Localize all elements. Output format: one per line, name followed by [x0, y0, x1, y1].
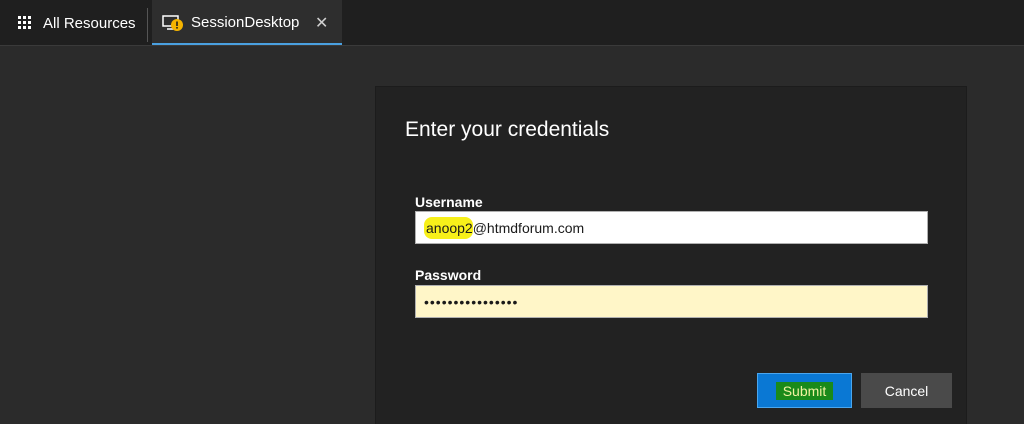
- topbar-divider: [147, 8, 148, 42]
- all-resources-button[interactable]: All Resources: [18, 12, 136, 34]
- username-field[interactable]: anoop2 @htmdforum.com: [415, 211, 928, 244]
- username-value-highlighted: anoop2: [424, 216, 473, 239]
- top-bar: All Resources SessionDesktop ✕: [0, 0, 1024, 46]
- dialog-title: Enter your credentials: [405, 118, 610, 141]
- tab-session-desktop[interactable]: SessionDesktop ✕: [152, 0, 342, 45]
- password-value: ••••••••••••••••: [424, 293, 519, 310]
- cancel-button[interactable]: Cancel: [861, 373, 952, 408]
- submit-label: Submit: [775, 381, 834, 400]
- close-icon[interactable]: ✕: [315, 13, 328, 33]
- password-field[interactable]: ••••••••••••••••: [415, 285, 928, 318]
- tab-label: SessionDesktop: [191, 14, 300, 31]
- grid-icon: [18, 16, 32, 30]
- monitor-warning-icon: [162, 15, 183, 31]
- username-value-rest: @htmdforum.com: [472, 219, 585, 236]
- credentials-dialog: Enter your credentials Username anoop2 @h…: [376, 87, 966, 424]
- submit-button[interactable]: Submit: [757, 373, 852, 408]
- password-label: Password: [415, 267, 482, 283]
- username-label: Username: [415, 194, 483, 210]
- all-resources-label: All Resources: [43, 14, 136, 32]
